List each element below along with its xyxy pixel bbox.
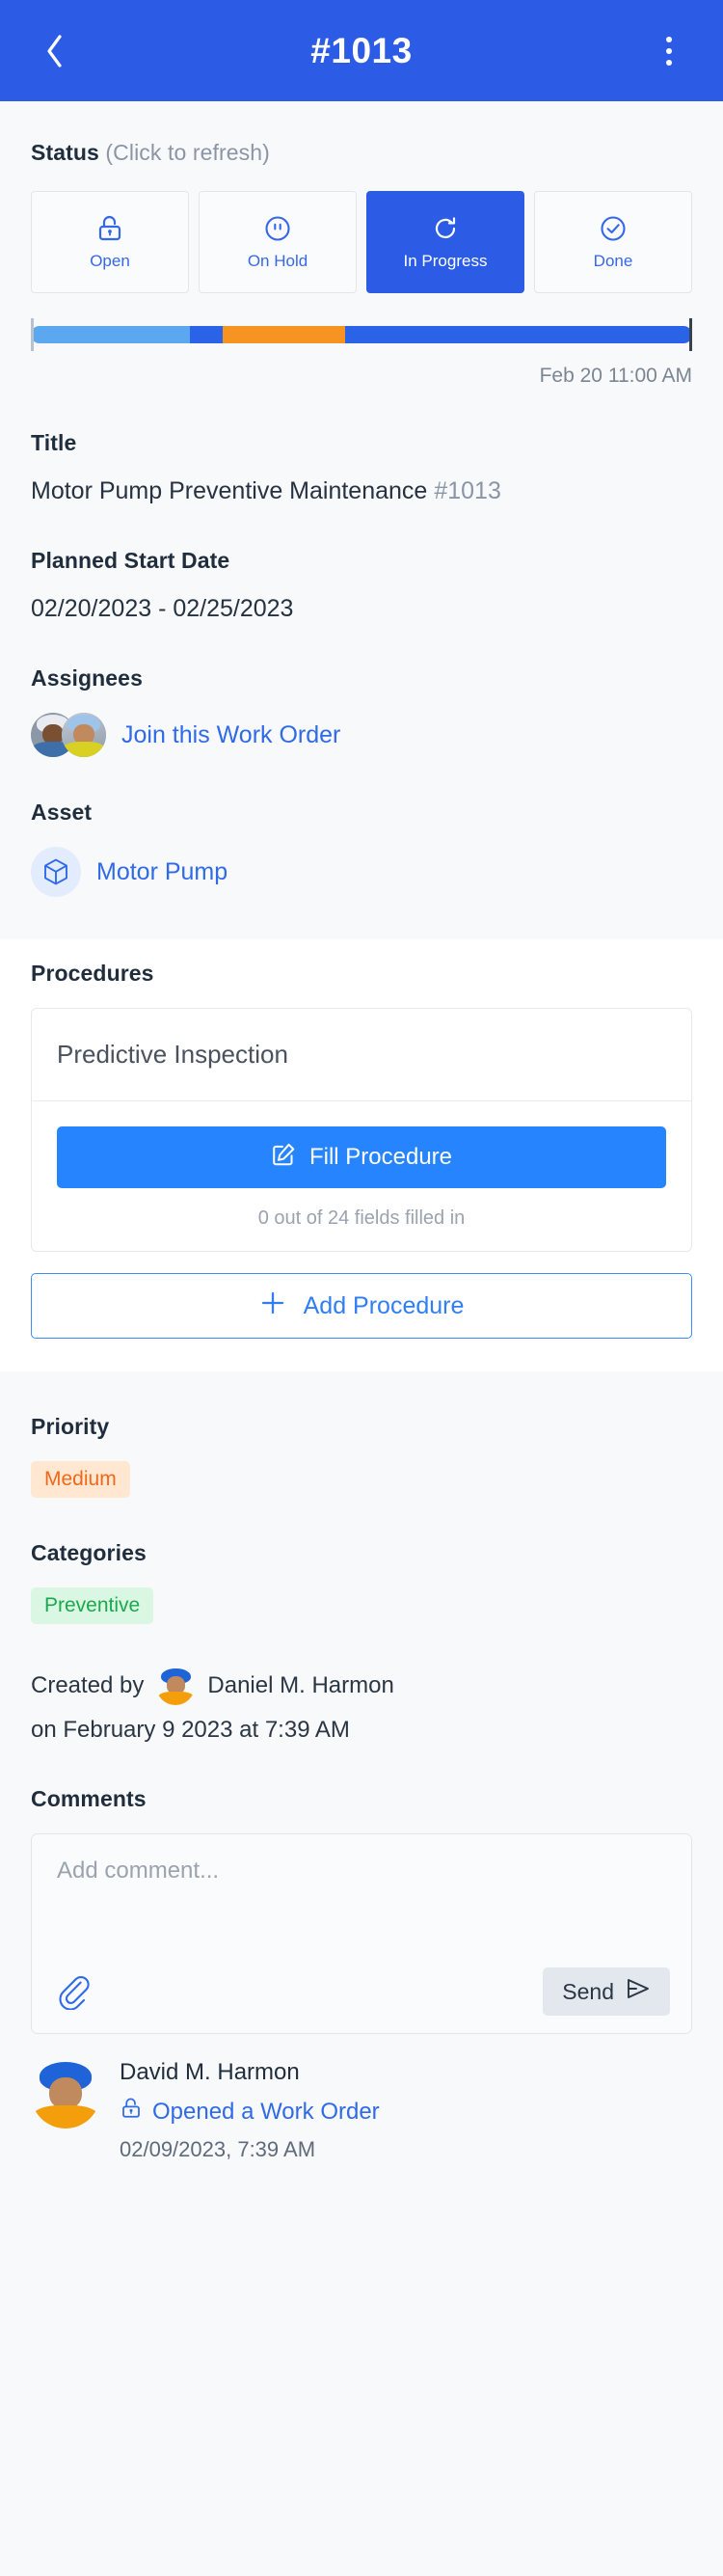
status-button-done[interactable]: Done: [534, 191, 692, 293]
status-progress-bar: [31, 318, 692, 351]
app-bar: #1013: [0, 0, 723, 101]
procedures-label: Procedures: [31, 961, 154, 986]
cube-icon: [31, 847, 81, 897]
add-procedure-label: Add Procedure: [303, 1291, 465, 1319]
procedure-card: Predictive Inspection Fill Procedure 0 o…: [31, 1008, 692, 1252]
back-button[interactable]: [29, 26, 79, 76]
asset-label: Asset: [31, 800, 93, 825]
created-by-date: on February 9 2023 at 7:39 AM: [31, 1717, 350, 1743]
comment-toolbar: Send: [57, 1967, 670, 2016]
avatar: [31, 2059, 100, 2129]
detail-page: Status (Click to refresh) Open On Hold I…: [0, 101, 723, 2201]
asset-row[interactable]: Motor Pump: [31, 847, 692, 897]
page-title: #1013: [310, 30, 413, 70]
send-comment-button[interactable]: Send: [543, 1967, 670, 2016]
status-button-group: Open On Hold In Progress Done: [31, 191, 692, 293]
status-label-text: Status: [31, 140, 99, 165]
unlock-icon: [120, 2096, 143, 2128]
title-section: Title Motor Pump Preventive Maintenance #…: [0, 430, 723, 505]
fill-procedure-label: Fill Procedure: [308, 1144, 453, 1170]
overflow-menu-icon: [666, 47, 672, 54]
procedure-title: Predictive Inspection: [32, 1009, 691, 1101]
pause-circle-icon: [263, 213, 292, 244]
status-button-label: On Hold: [247, 252, 308, 270]
status-section: Status (Click to refresh) Open On Hold I…: [0, 101, 723, 388]
unlock-icon: [95, 213, 124, 244]
title-field-label: Title: [31, 430, 77, 455]
status-timestamp: Feb 20 11:00 AM: [539, 365, 692, 387]
paperclip-icon[interactable]: [57, 1973, 90, 2010]
activity-content: David M. Harmon Opened a Work Order 02/0…: [120, 2059, 380, 2162]
planned-start-value: 02/20/2023 - 02/25/2023: [31, 595, 294, 622]
priority-label: Priority: [31, 1414, 110, 1439]
send-icon: [626, 1977, 651, 2006]
created-by-section: Created by Daniel M. Harmon on February …: [0, 1667, 723, 1744]
priority-section: Priority Medium: [0, 1414, 723, 1498]
procedure-card-body: Fill Procedure 0 out of 24 fields filled…: [32, 1101, 691, 1251]
avatar: [156, 1667, 195, 1705]
assignees-label: Assignees: [31, 665, 143, 691]
status-button-label: Done: [593, 252, 633, 270]
activity-action-label: Opened a Work Order: [152, 2098, 380, 2125]
category-badge: Preventive: [31, 1587, 154, 1624]
procedure-fields-note: 0 out of 24 fields filled in: [257, 1207, 466, 1229]
add-procedure-button[interactable]: Add Procedure: [31, 1273, 692, 1339]
edit-square-icon: [271, 1142, 296, 1174]
activity-item: David M. Harmon Opened a Work Order 02/0…: [0, 2034, 723, 2201]
comments-section: Comments Add comment... Send: [0, 1786, 723, 2034]
assignee-avatar-group: [31, 713, 106, 757]
status-button-in-progress[interactable]: In Progress: [366, 191, 524, 293]
comment-placeholder: Add comment...: [57, 1857, 220, 1884]
comment-input-box[interactable]: Add comment... Send: [31, 1833, 692, 2034]
status-button-label: Open: [90, 252, 130, 270]
avatar-photo: [31, 2059, 100, 2129]
check-circle-icon: [599, 213, 628, 244]
created-by-line: Created by Daniel M. Harmon: [31, 1667, 692, 1705]
asset-section: Asset Motor Pump: [0, 800, 723, 897]
created-by-prefix: Created by: [31, 1672, 145, 1698]
avatar-photo: [62, 713, 106, 757]
avatar[interactable]: [62, 713, 106, 757]
status-button-on-hold[interactable]: On Hold: [199, 191, 357, 293]
procedures-section: Procedures Predictive Inspection Fill Pr…: [0, 939, 723, 1371]
comments-label: Comments: [31, 1786, 147, 1811]
categories-section: Categories Preventive: [0, 1540, 723, 1624]
progress-start-marker: [31, 318, 34, 351]
created-by-author: Daniel M. Harmon: [207, 1672, 394, 1698]
work-order-id: #1013: [434, 477, 501, 504]
progress-segment: [344, 326, 692, 343]
progress-segment: [222, 326, 345, 343]
overflow-menu-icon: [666, 36, 672, 42]
status-button-open[interactable]: Open: [31, 191, 189, 293]
plus-icon: [259, 1289, 286, 1323]
avatar-photo: [156, 1667, 195, 1705]
chevron-left-icon: [43, 34, 65, 68]
status-button-label: In Progress: [403, 252, 488, 270]
status-hint: (Click to refresh): [105, 140, 270, 165]
asset-name-link[interactable]: Motor Pump: [96, 858, 228, 886]
title-field-value: Motor Pump Preventive Maintenance #1013: [31, 477, 692, 505]
overflow-menu-button[interactable]: [644, 26, 694, 76]
activity-timestamp: 02/09/2023, 7:39 AM: [120, 2137, 316, 2161]
send-button-label: Send: [562, 1978, 614, 2004]
join-work-order-link[interactable]: Join this Work Order: [121, 721, 340, 749]
assignees-row: Join this Work Order: [31, 713, 692, 757]
activity-author: David M. Harmon: [120, 2059, 300, 2085]
categories-label: Categories: [31, 1540, 147, 1565]
progress-end-marker: [689, 318, 692, 351]
refresh-icon: [430, 213, 461, 244]
planned-start-label: Planned Start Date: [31, 548, 230, 573]
fill-procedure-button[interactable]: Fill Procedure: [57, 1126, 666, 1188]
progress-rail: [31, 326, 692, 343]
status-label: Status (Click to refresh): [31, 140, 692, 166]
activity-action[interactable]: Opened a Work Order: [120, 2096, 380, 2128]
overflow-menu-icon: [666, 59, 672, 66]
work-order-title: Motor Pump Preventive Maintenance: [31, 477, 428, 504]
priority-badge: Medium: [31, 1461, 130, 1498]
progress-segment: [31, 326, 190, 343]
planned-start-section: Planned Start Date 02/20/2023 - 02/25/20…: [0, 548, 723, 623]
progress-segment: [189, 326, 223, 343]
assignees-section: Assignees Join this Work Order: [0, 665, 723, 757]
